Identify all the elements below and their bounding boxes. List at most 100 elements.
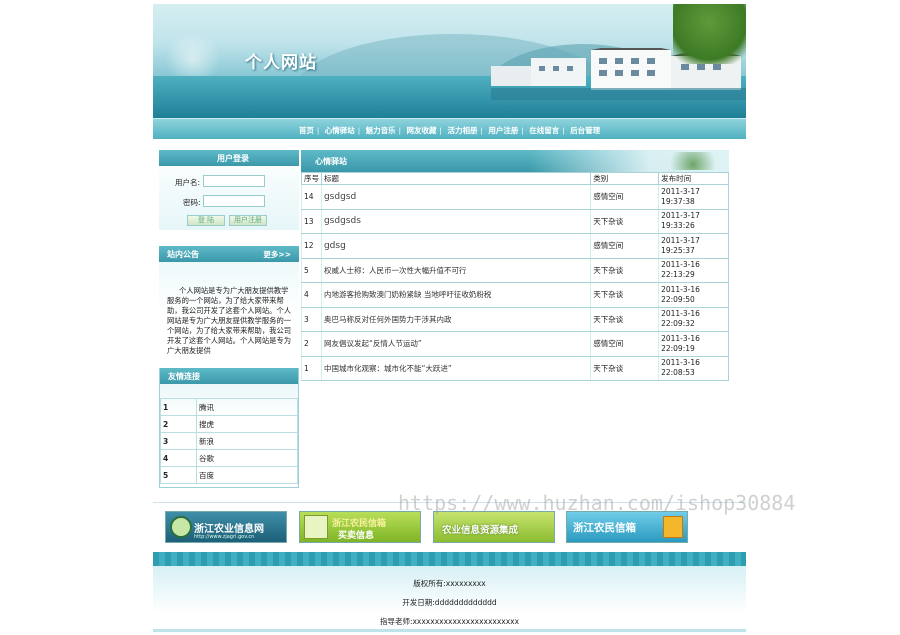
post-title-link[interactable]: gsdgsd	[320, 184, 591, 210]
post-title-link[interactable]: 奥巴马称反对任何外国势力干涉其内政	[320, 307, 591, 332]
table-row: 1 中国城市化观察：城市化不能“大跃进” 天下杂谈 2011-3-16 22:08…	[301, 356, 729, 381]
friend-link[interactable]: 腾讯	[196, 398, 298, 416]
post-category: 感情空间	[590, 184, 659, 210]
post-date: 2011-3-17	[661, 186, 700, 196]
post-clock: 19:25:37	[661, 245, 695, 255]
post-time: 2011-3-16 22:09:50	[658, 282, 729, 308]
notice-text: 个人网站是专为广大朋友提供教学服务的一个网站，为了给大家带来帮助，我公司开发了这…	[167, 286, 292, 354]
post-title-link[interactable]: 中国城市化观察：城市化不能“大跃进”	[320, 356, 591, 381]
post-title-text: gdsg	[323, 240, 346, 251]
post-title-link[interactable]: 网友倡议发起“反情人节运动”	[320, 331, 591, 357]
friend-link[interactable]: 百度	[196, 466, 298, 484]
partner-logo-farmer-mailbox-trade[interactable]: 浙江农民信箱 买卖信息	[299, 511, 421, 543]
list-item: 2 搜虎	[160, 415, 298, 433]
list-item: 5 百度	[160, 466, 298, 484]
nav-item-favorites[interactable]: 网友收藏	[404, 126, 440, 135]
watermark: https://www.huzhan.com/ishop30884	[398, 491, 796, 515]
post-date: 2011-3-16	[661, 309, 700, 319]
post-id: 2	[301, 331, 322, 357]
post-date: 2011-3-16	[661, 333, 700, 343]
post-time: 2011-3-16 22:09:32	[658, 307, 729, 332]
post-title-text: gsdgsds	[323, 216, 361, 227]
mood-post-title: 心情驿站	[315, 157, 347, 166]
post-title-text: gsdgsd	[323, 191, 357, 202]
username-label: 用户名:	[175, 178, 201, 187]
notice-title: 站内公告	[167, 250, 199, 259]
envelope-icon	[663, 516, 683, 538]
post-title-link[interactable]: gdsg	[320, 233, 591, 259]
post-id: 4	[301, 282, 322, 308]
post-id: 5	[301, 258, 322, 283]
nav-separator: |	[316, 127, 320, 135]
table-header-row: 序号 标题 类别 发布时间	[301, 172, 729, 185]
notice-more-link[interactable]: 更多>>	[263, 249, 291, 260]
link-num: 2	[160, 415, 197, 433]
notice-panel-header: 站内公告 更多>>	[159, 246, 299, 262]
post-clock: 19:33:26	[661, 221, 695, 231]
post-id: 13	[301, 209, 322, 234]
nav-item-music[interactable]: 魅力音乐	[363, 126, 399, 135]
post-title-link[interactable]: 内地游客抢购致澳门奶粉紧缺 当地呼吁征收奶粉税	[320, 282, 591, 308]
post-time: 2011-3-17 19:25:37	[658, 233, 729, 259]
table-row: 12 gdsg 感情空间 2011-3-17 19:25:37	[301, 233, 729, 259]
partner-logo-farmer-mailbox[interactable]: 浙江农民信箱	[566, 511, 688, 543]
partner-logo-agri-resources[interactable]: 农业信息资源集成	[433, 511, 555, 543]
mood-post-header: 心情驿站	[301, 150, 729, 172]
post-category: 天下杂谈	[590, 209, 659, 234]
footer-dev-date: 开发日期:ddddddddddddd	[402, 598, 497, 607]
post-category: 感情空间	[590, 331, 659, 357]
nav-item-register[interactable]: 用户注册	[485, 126, 521, 135]
link-num: 1	[160, 398, 197, 416]
footer-bar	[153, 552, 746, 566]
post-title-link[interactable]: gsdgsds	[320, 209, 591, 234]
nav-separator: |	[439, 127, 442, 135]
column-header-id: 序号	[301, 172, 322, 185]
header-decoration	[663, 152, 723, 170]
nav-separator: |	[521, 127, 524, 135]
site-title: 个人网站	[245, 53, 317, 73]
partner-logo-url: http://www.zjagri.gov.cn	[194, 534, 255, 540]
partner-logo-zjagri[interactable]: 浙江农业信息网 http://www.zjagri.gov.cn	[165, 511, 287, 543]
post-id: 3	[301, 307, 322, 332]
login-button[interactable]: 登 陆	[187, 215, 225, 226]
post-clock: 22:08:53	[661, 368, 695, 378]
column-header-title: 标题	[320, 172, 592, 185]
login-title: 用户登录	[217, 154, 249, 163]
username-input[interactable]	[203, 175, 265, 187]
nav-item-album[interactable]: 活力相册	[444, 126, 480, 135]
password-input[interactable]	[203, 195, 265, 207]
list-item: 1 腾讯	[160, 398, 298, 416]
post-title-link[interactable]: 权威人士称：人民币一次性大幅升值不可行	[320, 258, 591, 283]
main-nav: 首页 | 心情驿站 | 魅力音乐 | 网友收藏 | 活力相册 | 用户注册 | 在线留言 | …	[153, 118, 746, 139]
friend-links-title: 友情连接	[168, 372, 200, 381]
partner-logo-text: 浙江农民信箱	[573, 522, 636, 534]
column-header-category: 类别	[590, 172, 660, 185]
nav-item-guestbook[interactable]: 在线留言	[526, 126, 562, 135]
post-category: 天下杂谈	[590, 282, 659, 308]
nav-item-home[interactable]: 首页	[296, 126, 317, 135]
post-time: 2011-3-16 22:09:19	[658, 331, 729, 357]
table-row: 14 gsdgsd 感情空间 2011-3-17 19:37:38	[301, 184, 729, 210]
list-item: 4 谷歌	[160, 449, 298, 467]
register-button[interactable]: 用户注册	[229, 215, 267, 226]
password-label: 密码:	[183, 198, 201, 207]
nav-item-mood[interactable]: 心情驿站	[322, 126, 358, 135]
table-row: 3 奥巴马称反对任何外国势力干涉其内政 天下杂谈 2011-3-16 22:09:…	[301, 307, 729, 332]
mailbox-emblem-icon	[304, 515, 328, 539]
friend-links-table: 1 腾讯 2 搜虎 3 新浪 4 谷歌 5 百度	[160, 398, 298, 484]
post-clock: 22:09:50	[661, 294, 695, 304]
post-category: 天下杂谈	[590, 307, 659, 332]
table-row: 4 内地游客抢购致澳门奶粉紧缺 当地呼吁征收奶粉税 天下杂谈 2011-3-16…	[301, 282, 729, 308]
post-time: 2011-3-17 19:37:38	[658, 184, 729, 210]
banner-tree	[673, 4, 746, 64]
footer: 版权所有:xxxxxxxxx 开发日期:ddddddddddddd 指导老师:x…	[153, 566, 746, 632]
login-panel-header: 用户登录	[159, 150, 299, 166]
friend-link[interactable]: 新浪	[196, 432, 298, 450]
nav-item-admin[interactable]: 后台管理	[567, 126, 603, 135]
friend-link[interactable]: 搜虎	[196, 415, 298, 433]
footer-copyright: 版权所有:xxxxxxxxx	[413, 579, 486, 588]
link-num: 3	[160, 432, 197, 450]
link-num: 4	[160, 449, 197, 467]
post-date: 2011-3-16	[661, 284, 700, 294]
friend-link[interactable]: 谷歌	[196, 449, 298, 467]
